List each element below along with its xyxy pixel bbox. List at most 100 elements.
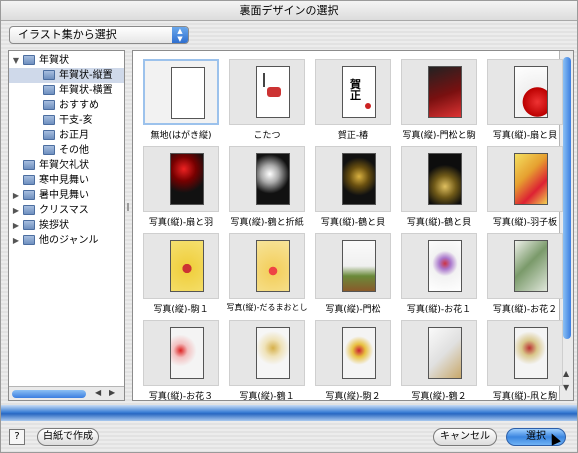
- tree-item[interactable]: おすすめ: [9, 98, 124, 113]
- card-preview: [256, 327, 290, 379]
- design-thumbnail[interactable]: 写真(縦)-お花２: [482, 233, 566, 318]
- design-caption: 写真(縦)-お花１: [406, 305, 472, 315]
- window-title: 裏面デザインの選択: [1, 1, 577, 21]
- design-thumbnail[interactable]: 写真(縦)-鶴１: [224, 320, 308, 400]
- design-thumbnail[interactable]: 写真(縦)-鶴２: [396, 320, 480, 400]
- thumbnail-frame: [143, 146, 219, 212]
- thumbnail-frame: [143, 59, 219, 125]
- design-thumbnail[interactable]: 写真(縦)-門松と駒: [396, 59, 480, 144]
- design-picker-window: 裏面デザインの選択 イラスト集から選択 ▲ ▼ ◀ ▶ ▼ 年賀状年賀状-縦置年賀状…: [0, 0, 578, 453]
- tree-item[interactable]: 干支-亥: [9, 113, 124, 128]
- tree-item-label: クリスマス: [39, 205, 89, 216]
- design-caption: 写真(縦)-羽子板: [492, 218, 558, 228]
- scroll-right-arrow-icon[interactable]: ▶: [109, 388, 115, 397]
- design-caption: 写真(縦)-鶴と貝: [406, 218, 472, 228]
- scroll-left-arrow-icon[interactable]: ◀: [95, 388, 101, 397]
- disclosure-closed-icon[interactable]: ▶: [11, 188, 21, 203]
- folder-icon: [23, 55, 35, 65]
- progress-bar-strip: [1, 405, 577, 421]
- folder-icon: [43, 145, 55, 155]
- thumbnail-frame: [401, 320, 477, 386]
- design-thumbnail[interactable]: 写真(縦)-凧と駒: [482, 320, 566, 400]
- design-thumbnail[interactable]: 写真(縦)-扇と貝: [482, 59, 566, 144]
- tree-item[interactable]: ▶ クリスマス: [9, 203, 124, 218]
- help-button[interactable]: ?: [9, 429, 25, 445]
- disclosure-closed-icon[interactable]: ▶: [11, 233, 21, 248]
- tree-item[interactable]: ▶ 挨拶状: [9, 218, 124, 233]
- design-grid[interactable]: ▲ ▼ 無地(はがき縦) こたつ賀正賀正-椿 写真(縦)-門松と駒 写真(縦)-扇と貝…: [132, 50, 574, 401]
- cancel-button[interactable]: キャンセル: [433, 428, 497, 446]
- folder-icon: [23, 205, 35, 215]
- card-preview: [428, 153, 462, 205]
- design-caption: 写真(縦)-門松と駒: [402, 131, 476, 141]
- tree-item-label: 年賀欠礼状: [39, 160, 89, 171]
- card-preview: [171, 67, 205, 119]
- design-caption: 写真(縦)-鶴１: [239, 392, 295, 401]
- design-caption: 写真(縦)-駒１: [153, 305, 209, 315]
- disclosure-open-icon[interactable]: ▼: [11, 53, 21, 68]
- card-preview: [342, 240, 376, 292]
- thumbnail-frame: 賀正: [315, 59, 391, 125]
- create-blank-button[interactable]: 白紙で作成: [37, 428, 99, 446]
- design-caption: 無地(はがき縦): [150, 131, 212, 141]
- thumbnail-frame: [229, 320, 305, 386]
- source-select-value: イラスト集から選択: [18, 28, 117, 41]
- design-thumbnail[interactable]: 写真(縦)-駒２: [310, 320, 394, 400]
- design-thumbnail[interactable]: 無地(はがき縦): [138, 59, 222, 144]
- card-preview: [514, 327, 548, 379]
- tree-item[interactable]: その他: [9, 143, 124, 158]
- design-caption: 写真(縦)-鶴と折紙: [230, 218, 304, 228]
- design-thumbnail[interactable]: 写真(縦)-お花３: [138, 320, 222, 400]
- design-caption: 写真(縦)-お花３: [148, 392, 214, 401]
- design-caption: 写真(縦)-お花２: [492, 305, 558, 315]
- design-thumbnail[interactable]: こたつ: [224, 59, 308, 144]
- tree-scroll-thumb[interactable]: [12, 390, 86, 398]
- design-caption: 写真(縦)-鶴２: [411, 392, 467, 401]
- tree-item[interactable]: 年賀欠礼状: [9, 158, 124, 173]
- design-thumbnail[interactable]: 写真(縦)-鶴と貝: [310, 146, 394, 231]
- pane-splitter-handle[interactable]: ‖: [125, 201, 131, 213]
- design-thumbnail[interactable]: 写真(縦)-鶴と折紙: [224, 146, 308, 231]
- tree-item-label: 干支-亥: [59, 115, 93, 126]
- tree-item[interactable]: ▶ 他のジャンル: [9, 233, 124, 248]
- tree-item-label: お正月: [59, 130, 89, 141]
- thumbnail-frame: [487, 146, 563, 212]
- thumbnail-frame: [487, 233, 563, 299]
- folder-icon: [23, 175, 35, 185]
- tree-horizontal-scrollbar[interactable]: ◀ ▶: [9, 386, 124, 400]
- tree-item-label: 年賀状-縦置: [59, 70, 113, 81]
- folder-icon: [43, 85, 55, 95]
- card-preview: [256, 153, 290, 205]
- folder-icon: [23, 220, 35, 230]
- design-thumbnail[interactable]: 写真(縦)-だるまおとし: [224, 233, 308, 318]
- tree-item[interactable]: ▼ 年賀状: [9, 53, 124, 68]
- tree-item[interactable]: お正月: [9, 128, 124, 143]
- thumbnail-frame: [229, 59, 305, 125]
- card-preview: [428, 240, 462, 292]
- card-preview: [342, 153, 376, 205]
- folder-icon: [43, 100, 55, 110]
- thumbnail-frame: [401, 233, 477, 299]
- updown-arrows-icon: ▲ ▼: [172, 27, 188, 43]
- tree-item-label: 寒中見舞い: [39, 175, 89, 186]
- disclosure-closed-icon[interactable]: ▶: [11, 218, 21, 233]
- disclosure-closed-icon[interactable]: ▶: [11, 203, 21, 218]
- category-tree[interactable]: ◀ ▶ ▼ 年賀状年賀状-縦置年賀状-横置 おすすめ干支-亥お正月その他年賀欠礼状寒…: [8, 50, 125, 401]
- tree-item[interactable]: 年賀状-横置: [9, 83, 124, 98]
- tree-item-label: 挨拶状: [39, 220, 69, 231]
- tree-item[interactable]: ▶ 暑中見舞い: [9, 188, 124, 203]
- design-thumbnail[interactable]: 写真(縦)-駒１: [138, 233, 222, 318]
- tree-item[interactable]: 寒中見舞い: [9, 173, 124, 188]
- design-thumbnail[interactable]: 写真(縦)-羽子板: [482, 146, 566, 231]
- design-thumbnail[interactable]: 写真(縦)-扇と羽: [138, 146, 222, 231]
- design-thumbnail[interactable]: 写真(縦)-門松: [310, 233, 394, 318]
- tree-item[interactable]: 年賀状-縦置: [9, 68, 124, 83]
- design-thumbnail[interactable]: 賀正賀正-椿: [310, 59, 394, 144]
- design-caption: こたつ: [253, 131, 281, 141]
- source-select[interactable]: イラスト集から選択 ▲ ▼: [9, 26, 189, 44]
- thumbnail-frame: [487, 320, 563, 386]
- thumbnail-frame: [401, 146, 477, 212]
- folder-icon: [43, 115, 55, 125]
- design-thumbnail[interactable]: 写真(縦)-鶴と貝: [396, 146, 480, 231]
- design-thumbnail[interactable]: 写真(縦)-お花１: [396, 233, 480, 318]
